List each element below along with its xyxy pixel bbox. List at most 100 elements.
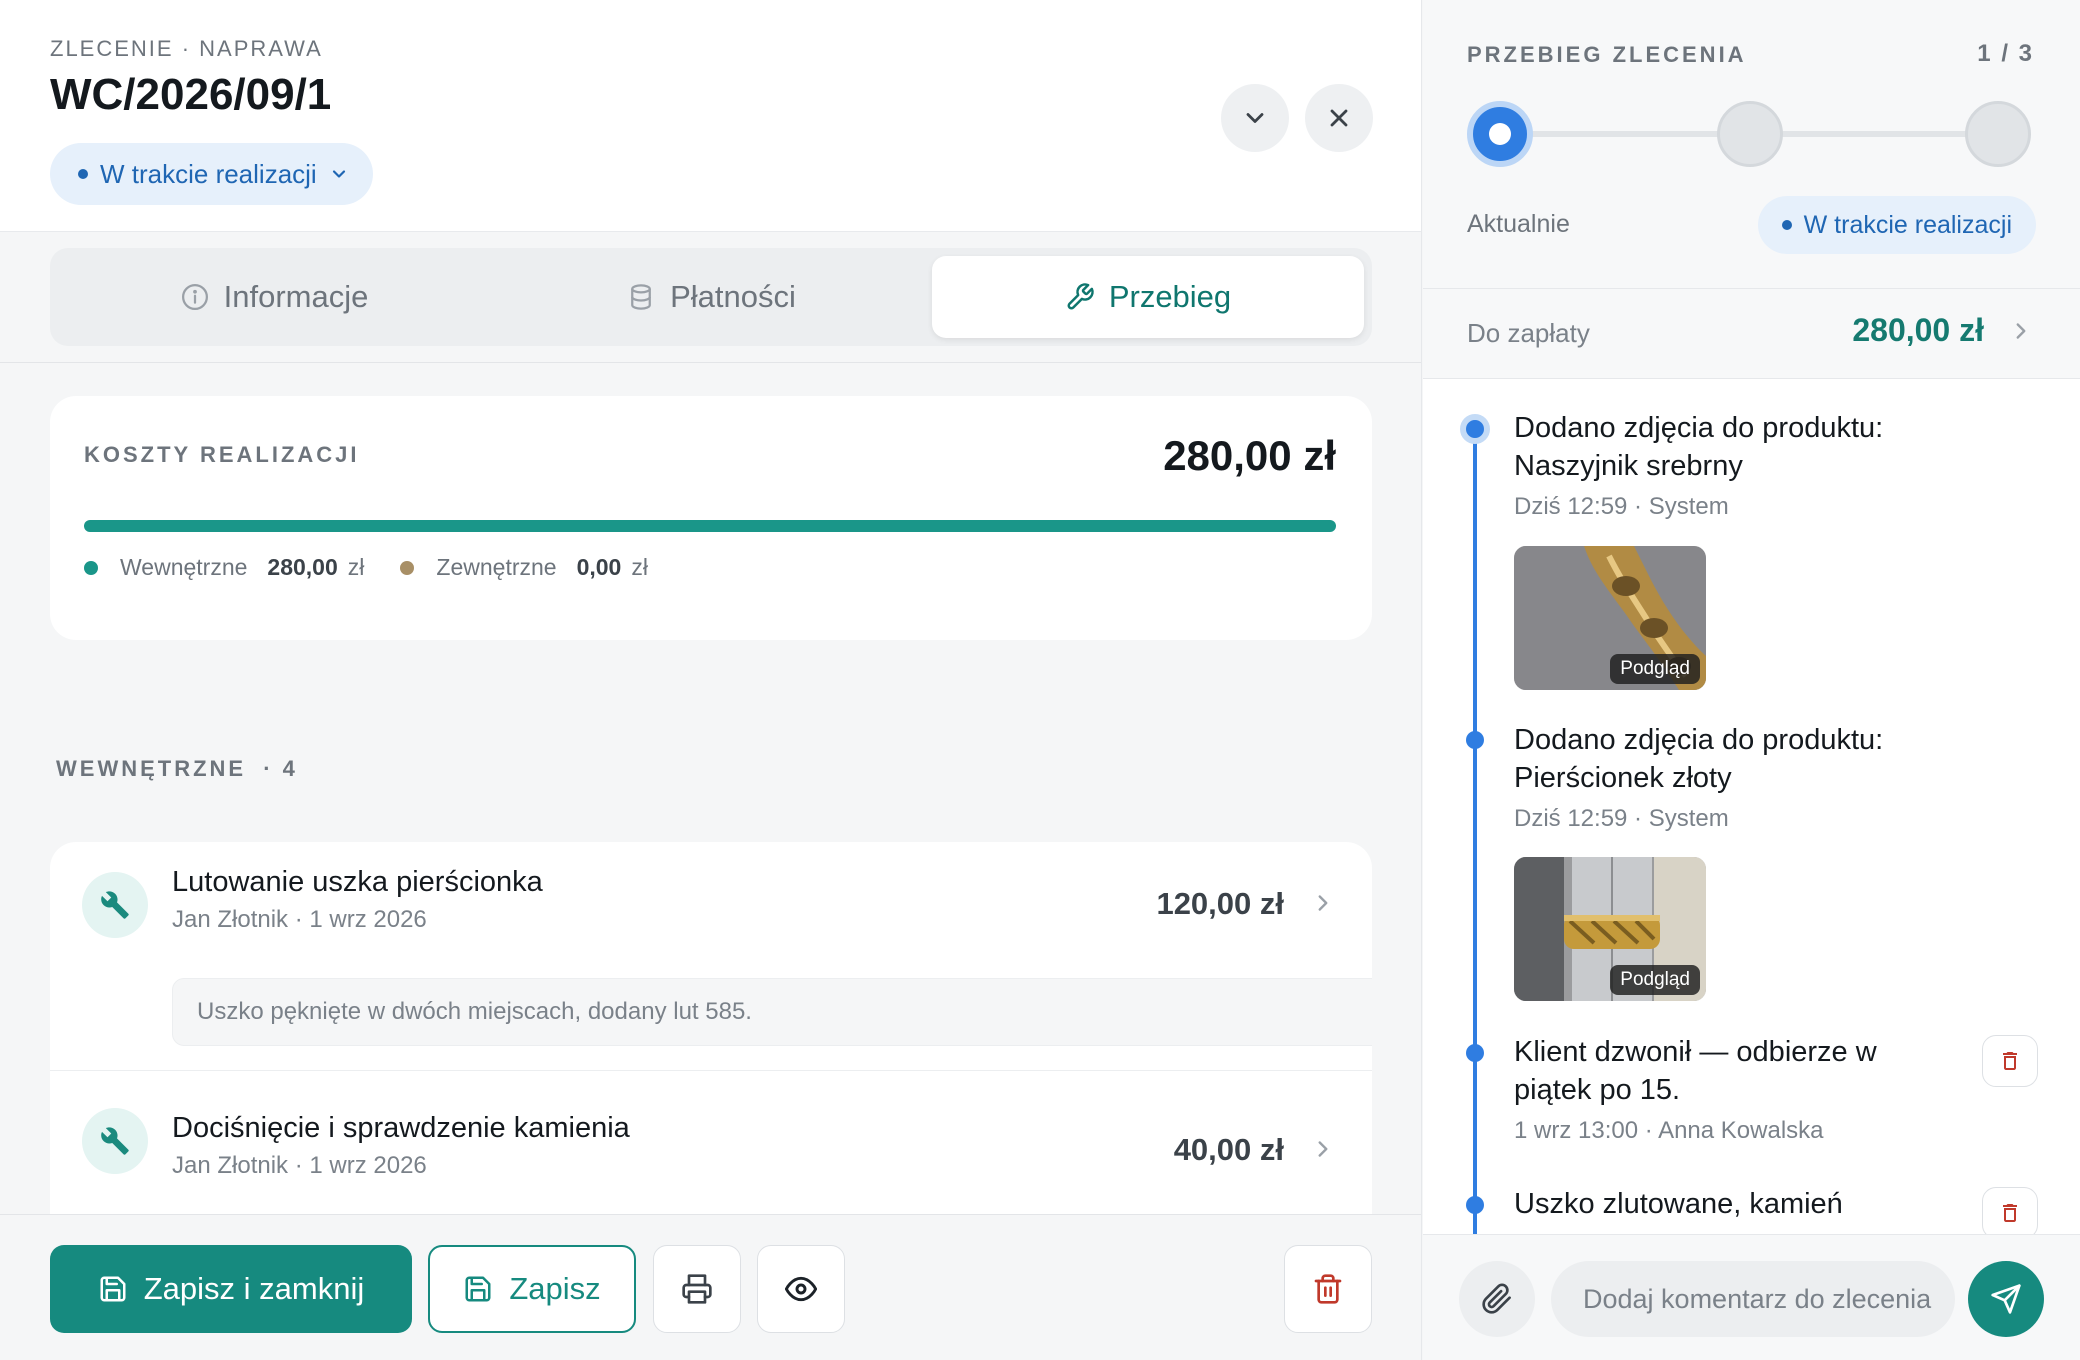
step-2[interactable] xyxy=(1717,101,1783,167)
chevron-right-icon xyxy=(1318,895,1328,911)
step-3[interactable] xyxy=(1965,101,2031,167)
costs-label: KOSZTY REALIZACJI xyxy=(84,442,360,467)
preview-badge: Podgląd xyxy=(1610,965,1700,995)
attach-button[interactable] xyxy=(1459,1261,1535,1337)
costs-progress-fill xyxy=(84,520,1336,532)
due-value: 280,00 zł xyxy=(1852,312,1984,348)
action-footer: Zapisz i zamknij Zapisz xyxy=(0,1214,1421,1360)
internal-items-list: Lutowanie uszka pierścionka Jan Złotnik … xyxy=(50,842,1372,1214)
paperclip-icon xyxy=(1482,1283,1511,1314)
chevron-right-icon xyxy=(1318,1141,1328,1157)
progress-counter: 1 / 3 xyxy=(1977,40,2034,67)
status-dot xyxy=(1781,220,1792,230)
progress-label: PRZEBIEG ZLECENIA xyxy=(1467,42,1747,67)
costs-card: KOSZTY REALIZACJI 280,00 zł Wewnętrzne 2… xyxy=(50,396,1372,640)
wrench-icon xyxy=(1067,283,1094,310)
chevron-down-icon xyxy=(1246,113,1264,123)
due-label: Do zapłaty xyxy=(1467,318,1590,348)
chevron-right-icon xyxy=(2016,323,2026,339)
send-icon xyxy=(1991,1284,2021,1314)
item-note: Uszko pęknięte w dwóch miejscach, dodany… xyxy=(172,978,1372,1046)
collapse-button[interactable] xyxy=(1221,84,1289,152)
order-panel: ZLECENIE · NAPRAWA WC/2026/09/1 W trakci… xyxy=(0,0,1422,1360)
item-title: Dociśnięcie i sprawdzenie kamienia xyxy=(172,1112,630,1144)
save-label: Zapisz xyxy=(509,1271,601,1306)
photo-thumbnail[interactable]: Podgląd xyxy=(1514,857,1706,1001)
trash-icon xyxy=(2003,1204,2017,1222)
timeline-title: Uszko zlutowane, kamień xyxy=(1514,1188,1843,1220)
tab-bar: Informacje Płatności Przebieg xyxy=(50,248,1372,346)
item-icon xyxy=(82,1108,148,1174)
status-dropdown[interactable]: W trakcie realizacji xyxy=(50,143,373,205)
section-count: · 4 xyxy=(263,756,298,781)
preview-badge: Podgląd xyxy=(1610,654,1700,684)
tab-przebieg[interactable]: Przebieg xyxy=(932,256,1364,338)
step-marker xyxy=(1489,123,1511,145)
print-button[interactable] xyxy=(653,1245,741,1333)
close-button[interactable] xyxy=(1305,84,1373,152)
save-and-close-button[interactable]: Zapisz i zamknij xyxy=(50,1245,412,1333)
wrench-icon xyxy=(101,891,129,919)
item-title: Lutowanie uszka pierścionka xyxy=(172,866,543,898)
tab-label: Przebieg xyxy=(1108,279,1232,314)
internal-value: 280,00 xyxy=(267,554,338,580)
timeline-meta: Dziś 12:59 · System xyxy=(1514,805,1729,832)
activity-timeline: Dodano zdjęcia do produktu: Naszyjnik sr… xyxy=(1423,379,2080,1234)
internal-section-header: WEWNĘTRZNE · 4 xyxy=(56,756,298,782)
send-button[interactable] xyxy=(1968,1261,2044,1337)
timeline-dot xyxy=(1466,1196,1484,1214)
divider xyxy=(50,1070,1372,1071)
photo-thumbnail[interactable]: Podgląd xyxy=(1514,546,1706,690)
divider xyxy=(1423,288,2080,289)
delete-comment-button[interactable] xyxy=(1982,1187,2038,1234)
tab-platnosci[interactable]: Płatności xyxy=(495,256,927,338)
currency: zł xyxy=(347,554,365,580)
tab-informacje[interactable]: Informacje xyxy=(58,256,490,338)
progress-panel: PRZEBIEG ZLECENIA 1 / 3 Aktualnie W trak… xyxy=(1423,0,2080,1360)
trash-icon xyxy=(1314,1274,1342,1304)
item-meta: Jan Złotnik · 1 wrz 2026 xyxy=(172,906,427,933)
timeline-title: Dodano zdjęcia do produktu: Naszyjnik sr… xyxy=(1514,412,1884,482)
timeline-meta: Dziś 12:59 · System xyxy=(1514,493,1729,520)
section-label: WEWNĘTRZNE xyxy=(56,756,247,781)
tab-label: Płatności xyxy=(670,279,796,314)
wrench-icon xyxy=(101,1127,129,1155)
item-meta: Jan Złotnik · 1 wrz 2026 xyxy=(172,1152,427,1179)
costs-total: 280,00 zł xyxy=(1163,432,1336,479)
order-header: ZLECENIE · NAPRAWA WC/2026/09/1 W trakci… xyxy=(0,0,1421,232)
internal-label: Wewnętrzne xyxy=(120,554,248,580)
list-item[interactable]: Dociśnięcie i sprawdzenie kamienia Jan Z… xyxy=(50,1072,1372,1214)
save-and-close-label: Zapisz i zamknij xyxy=(143,1271,365,1306)
printer-icon xyxy=(682,1274,712,1304)
external-label: Zewnętrzne xyxy=(436,554,557,580)
status-label: W trakcie realizacji xyxy=(1803,210,2012,239)
timeline-dot xyxy=(1466,731,1484,749)
currency: zł xyxy=(631,554,648,580)
save-icon xyxy=(100,1276,126,1302)
external-dot xyxy=(400,560,415,575)
save-button[interactable]: Zapisz xyxy=(428,1245,636,1333)
divider xyxy=(0,362,1421,363)
comment-input[interactable] xyxy=(1551,1261,1955,1337)
save-icon xyxy=(465,1276,491,1302)
delete-comment-button[interactable] xyxy=(1982,1035,2038,1087)
timeline-dot xyxy=(1466,1044,1484,1062)
delete-button[interactable] xyxy=(1284,1245,1372,1333)
status-label: W trakcie realizacji xyxy=(100,158,317,189)
internal-dot xyxy=(84,560,98,575)
page-title: WC/2026/09/1 xyxy=(50,70,332,119)
breadcrumb: ZLECENIE · NAPRAWA xyxy=(50,36,323,61)
item-icon xyxy=(82,872,148,938)
preview-button[interactable] xyxy=(757,1245,845,1333)
timeline-title: Dodano zdjęcia do produktu: Pierścionek … xyxy=(1514,724,1884,794)
current-status-badge: W trakcie realizacji xyxy=(1757,196,2036,254)
step-1[interactable] xyxy=(1467,101,1533,167)
costs-legend: Wewnętrzne 280,00 zł Zewnętrzne 0,00 zł xyxy=(84,554,648,581)
external-value: 0,00 xyxy=(576,554,622,580)
status-dot xyxy=(78,169,88,179)
list-item[interactable]: Lutowanie uszka pierścionka Jan Złotnik … xyxy=(50,842,1372,1072)
timeline-dot xyxy=(1460,414,1490,444)
database-icon xyxy=(631,284,651,310)
comment-composer xyxy=(1423,1234,2080,1360)
eye-icon xyxy=(785,1276,817,1302)
